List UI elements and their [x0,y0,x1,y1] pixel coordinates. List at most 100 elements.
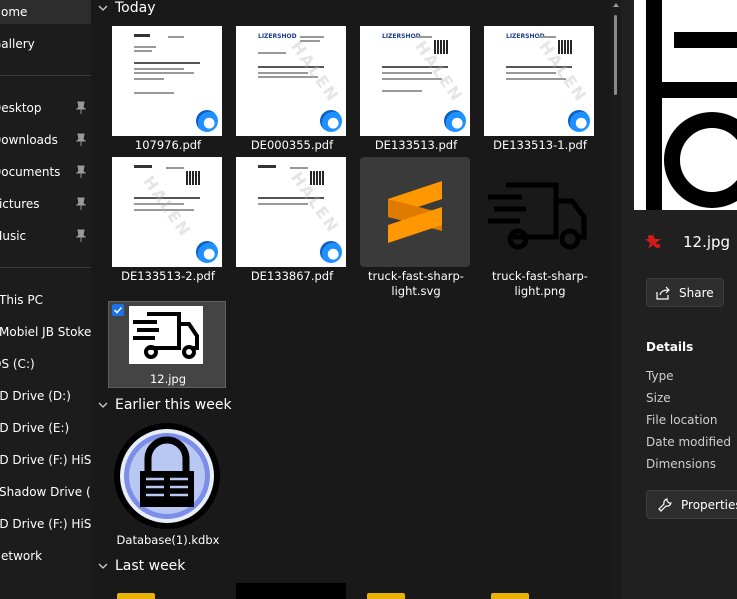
nav-item-drive-f-2[interactable]: CD Drive (F:) HiSuite [0,512,91,536]
nav-item-pictures[interactable]: Pictures [0,192,91,216]
edge-icon [444,110,466,132]
nav-item-drive-z[interactable]: Shadow Drive (Z:) [0,480,91,504]
nav-item-label: CD Drive (E:) [0,421,70,435]
file-tile[interactable]: truck-fast-sharp-light.png [484,157,602,298]
folder-thumbnail[interactable] [117,593,155,599]
nav-item-gallery[interactable]: Gallery [0,32,91,56]
keepass-thumbnail [112,421,222,531]
nav-item-drive-d[interactable]: CD Drive (D:) [0,384,91,408]
nav-item-label: CD Drive (F:) HiSuite [0,517,91,531]
group-header-today[interactable]: Today [97,0,156,18]
pin-icon [75,197,87,210]
file-tile[interactable]: HALEN DE133867.pdf [236,157,354,285]
pdf-thumbnail: LIZERSHOD HALEN [236,26,346,136]
edge-icon [196,241,218,263]
file-tile[interactable]: HALEN DE133513-2.pdf [112,157,230,285]
file-name: truck-fast-sharp-light.png [492,269,588,298]
image-file-icon [645,234,661,249]
details-file-title: 12.jpg [683,233,731,251]
folder-thumbnail[interactable] [367,593,405,599]
group-label: Today [115,0,156,16]
nav-item-drive-e[interactable]: CD Drive (E:) [0,416,91,440]
pdf-thumbnail: LIZERSHOD HALEN [360,26,470,136]
chevron-down-icon [98,402,108,408]
file-name: 12.jpg [149,372,187,386]
property-label-size: Size [646,391,671,405]
file-list-area: Today 107976.pdf LIZERSHOD HALEN DE00035… [91,0,621,599]
group-header-earlier-this-week[interactable]: Earlier this week [97,395,232,415]
property-label-file-location: File location [646,413,718,427]
chevron-down-icon [98,563,108,569]
file-tile[interactable]: Database(1).kdbx [112,421,230,549]
sublime-logo [388,181,442,243]
group-header-last-week[interactable]: Last week [97,556,185,576]
image-thumbnail[interactable] [236,583,346,599]
nav-item-mobile-device[interactable]: Mobiel JB Stoker [0,320,91,344]
nav-item-label: OS (C:) [0,357,35,371]
jpg-thumbnail [129,306,203,364]
nav-item-label: Pictures [0,197,40,211]
nav-item-label: CD Drive (D:) [0,389,71,403]
nav-item-label: CD Drive (F:) HiSuite [0,453,91,467]
nav-item-downloads[interactable]: Downloads [0,128,91,152]
nav-item-label: Documents [0,165,61,179]
nav-item-label: Network [0,549,43,563]
file-tile[interactable]: 107976.pdf [112,26,230,154]
scrollbar-thumb[interactable] [614,15,617,95]
share-icon [656,286,670,300]
file-tile[interactable]: LIZERSHOD HALEN DE133513.pdf [360,26,478,154]
nav-item-this-pc[interactable]: This PC [0,288,91,312]
nav-item-label: Shadow Drive (Z:) [0,485,91,499]
group-label: Earlier this week [115,397,232,413]
image-preview [634,0,737,210]
logo-text: LIZERSHOD [258,33,297,40]
nav-item-drive-f[interactable]: CD Drive (F:) HiSuite [0,448,91,472]
nav-item-label: Mobiel JB Stoker [0,325,91,339]
qr-code [186,171,200,185]
details-pane: 12.jpg Share Details Type Size File loca… [621,0,737,599]
nav-item-label: Home [0,5,28,19]
pdf-thumbnail: LIZERSHOD HALEN [484,26,594,136]
file-name: 107976.pdf [134,138,202,152]
file-tile[interactable]: truck-fast-sharp-light.svg [360,157,478,298]
scroll-up-arrow[interactable] [613,3,619,7]
pin-icon [75,165,87,178]
nav-item-label: Music [0,229,27,243]
nav-item-label: Gallery [0,37,35,51]
checkbox[interactable] [112,304,124,316]
nav-item-label: Downloads [0,133,58,147]
folder-thumbnail[interactable] [491,593,529,599]
file-name: DE133513-2.pdf [121,269,215,283]
properties-label: Properties [681,497,737,512]
file-name: DE133867.pdf [250,269,334,283]
checkmark-icon [113,306,123,314]
property-label-date-modified: Date modified [646,435,732,449]
file-tile[interactable]: LIZERSHOD HALEN DE000355.pdf [236,26,354,154]
share-button[interactable]: Share [646,278,724,307]
edge-icon [320,241,342,263]
property-label-dimensions: Dimensions [646,457,717,471]
nav-item-home[interactable]: Home [0,0,91,24]
file-header: 12.jpg [643,232,730,252]
vertical-scrollbar[interactable] [611,0,621,599]
document-preview [132,30,204,132]
nav-item-network[interactable]: Network [0,544,91,568]
keepass-lock-icon [114,423,220,529]
nav-item-drive-c[interactable]: OS (C:) [0,352,91,376]
chevron-down-icon [98,5,108,11]
nav-item-documents[interactable]: Documents [0,160,91,184]
navigation-pane: Home Gallery Desktop Downloads Documents… [0,0,91,599]
wrench-icon [658,497,672,512]
nav-item-music[interactable]: Music [0,224,91,248]
properties-button[interactable]: Properties [646,490,737,519]
share-label: Share [679,285,714,300]
nav-item-desktop[interactable]: Desktop [0,96,91,120]
file-tile[interactable]: LIZERSHOD HALEN DE133513-1.pdf [484,26,602,154]
truck-preview-image [634,0,737,210]
file-tile-selected[interactable]: 12.jpg [108,301,226,388]
edge-icon [320,110,342,132]
pin-icon [75,229,87,242]
pdf-thumbnail: HALEN [236,157,346,267]
pdf-thumbnail [112,26,222,136]
sidebar-divider [0,75,91,76]
